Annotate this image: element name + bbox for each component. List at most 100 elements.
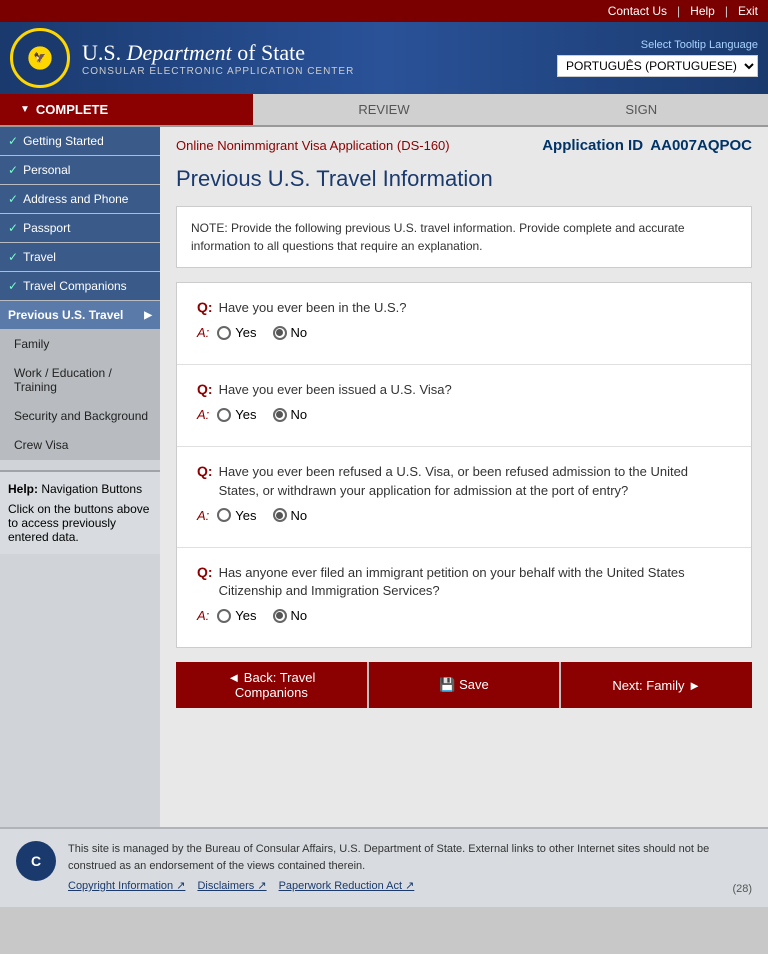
sidebar-item-passport[interactable]: ✓ Passport [0,214,160,243]
footer-page-number: (28) [732,883,752,895]
question-block-1: Q: Have you ever been in the U.S.? A: Ye… [177,283,751,365]
note-box: NOTE: Provide the following previous U.S… [176,206,752,268]
a4-row: A: Yes No [197,608,731,623]
q3-yes-label: Yes [235,508,256,523]
progress-sign: SIGN [515,94,768,125]
sidebar-item-travel[interactable]: ✓ Travel [0,243,160,272]
q4-no-option[interactable]: No [273,608,308,623]
q1-no-radio[interactable] [273,326,287,340]
sidebar-label: Travel [23,250,56,264]
q2-q-label: Q: [197,381,213,397]
app-id-value: AA007AQPOC [650,137,752,154]
disclaimers-link[interactable]: Disclaimers ↗ [197,878,266,895]
check-icon: ✓ [8,192,18,206]
sidebar-item-security[interactable]: Security and Background [0,402,160,431]
q3-no-label: No [291,508,308,523]
copyright-link[interactable]: Copyright Information ↗ [68,878,185,895]
app-id-label: Application ID [542,137,643,154]
main-layout: ✓ Getting Started ✓ Personal ✓ Address a… [0,127,768,827]
q3-yes-option[interactable]: Yes [217,508,256,523]
question-block-2: Q: Have you ever been issued a U.S. Visa… [177,365,751,447]
sep1: | [677,4,680,18]
questions-box: Q: Have you ever been in the U.S.? A: Ye… [176,282,752,648]
q2-radio-group: Yes No [217,407,307,422]
q4-radio-group: Yes No [217,608,307,623]
footer-logo-text: C [31,853,41,869]
sidebar-item-family[interactable]: Family [0,330,160,359]
check-icon: ✓ [8,163,18,177]
q2-yes-label: Yes [235,407,256,422]
footer-links: Copyright Information ↗ Disclaimers ↗ Pa… [68,878,720,895]
sidebar-item-address-phone[interactable]: ✓ Address and Phone [0,185,160,214]
q3-yes-radio[interactable] [217,508,231,522]
sidebar-item-work-education[interactable]: Work / Education / Training [0,359,160,402]
q1-yes-option[interactable]: Yes [217,325,256,340]
q2-no-label: No [291,407,308,422]
language-select[interactable]: PORTUGUÊS (PORTUGUESE) [557,55,758,77]
q1-no-option[interactable]: No [273,325,308,340]
a1-row: A: Yes No [197,325,731,340]
sidebar-label: Previous U.S. Travel [8,308,123,322]
q2-yes-option[interactable]: Yes [217,407,256,422]
a2-row: A: Yes No [197,407,731,422]
q1-row: Q: Have you ever been in the U.S.? [197,299,731,317]
tooltip-label: Select Tooltip Language [641,39,758,51]
q2-no-option[interactable]: No [273,407,308,422]
save-button[interactable]: 💾 Save [367,662,562,708]
q2-text: Have you ever been issued a U.S. Visa? [219,381,452,399]
paperwork-link[interactable]: Paperwork Reduction Act ↗ [279,878,415,895]
footer-logo: C [16,841,56,881]
q2-no-radio[interactable] [273,408,287,422]
org-name: U.S. Department of State CONSULAR ELECTR… [82,40,354,77]
q1-yes-radio[interactable] [217,326,231,340]
progress-bar: COMPLETE REVIEW SIGN [0,94,768,127]
sidebar-label: Work / Education / Training [14,366,152,394]
question-block-4: Q: Has anyone ever filed an immigrant pe… [177,548,751,647]
a4-label: A: [197,608,209,623]
q4-yes-option[interactable]: Yes [217,608,256,623]
check-icon: ✓ [8,221,18,235]
sidebar-item-travel-companions[interactable]: ✓ Travel Companions [0,272,160,301]
q4-yes-label: Yes [235,608,256,623]
help-link[interactable]: Help [690,4,715,18]
sidebar-label: Passport [23,221,70,235]
q2-row: Q: Have you ever been issued a U.S. Visa… [197,381,731,399]
arrow-icon: ▶ [144,310,152,321]
a1-label: A: [197,325,209,340]
q1-radio-group: Yes No [217,325,307,340]
back-button[interactable]: ◄ Back: Travel Companions [176,662,367,708]
q3-no-option[interactable]: No [273,508,308,523]
q3-q-label: Q: [197,463,213,479]
org-subtitle: CONSULAR ELECTRONIC APPLICATION CENTER [82,66,354,77]
q1-no-label: No [291,325,308,340]
q2-yes-radio[interactable] [217,408,231,422]
a3-row: A: Yes No [197,508,731,523]
app-id: Application ID AA007AQPOC [542,137,752,154]
check-icon: ✓ [8,134,18,148]
q1-q-label: Q: [197,299,213,315]
footer-text-area: This site is managed by the Bureau of Co… [68,841,720,895]
q3-row: Q: Have you ever been refused a U.S. Vis… [197,463,731,499]
sidebar-item-personal[interactable]: ✓ Personal [0,156,160,185]
next-button[interactable]: Next: Family ► [561,662,752,708]
sidebar-item-getting-started[interactable]: ✓ Getting Started [0,127,160,156]
sidebar-item-crew-visa[interactable]: Crew Visa [0,431,160,460]
question-block-3: Q: Have you ever been refused a U.S. Vis… [177,447,751,547]
exit-link[interactable]: Exit [738,4,758,18]
note-text: NOTE: Provide the following previous U.S… [191,221,685,253]
nav-buttons: ◄ Back: Travel Companions 💾 Save Next: F… [176,662,752,708]
sidebar-label: Family [14,337,49,351]
sidebar-item-previous-travel[interactable]: Previous U.S. Travel ▶ [0,301,160,330]
sidebar: ✓ Getting Started ✓ Personal ✓ Address a… [0,127,160,827]
top-bar: Contact Us | Help | Exit [0,0,768,22]
contact-link[interactable]: Contact Us [608,4,667,18]
sidebar-label: Address and Phone [23,192,128,206]
q4-yes-radio[interactable] [217,609,231,623]
footer-description: This site is managed by the Bureau of Co… [68,841,720,874]
help-box: Help: Navigation Buttons Click on the bu… [0,470,160,554]
sep2: | [725,4,728,18]
q3-no-radio[interactable] [273,508,287,522]
q4-no-radio[interactable] [273,609,287,623]
sidebar-label: Getting Started [23,134,104,148]
page-title: Previous U.S. Travel Information [176,166,752,192]
